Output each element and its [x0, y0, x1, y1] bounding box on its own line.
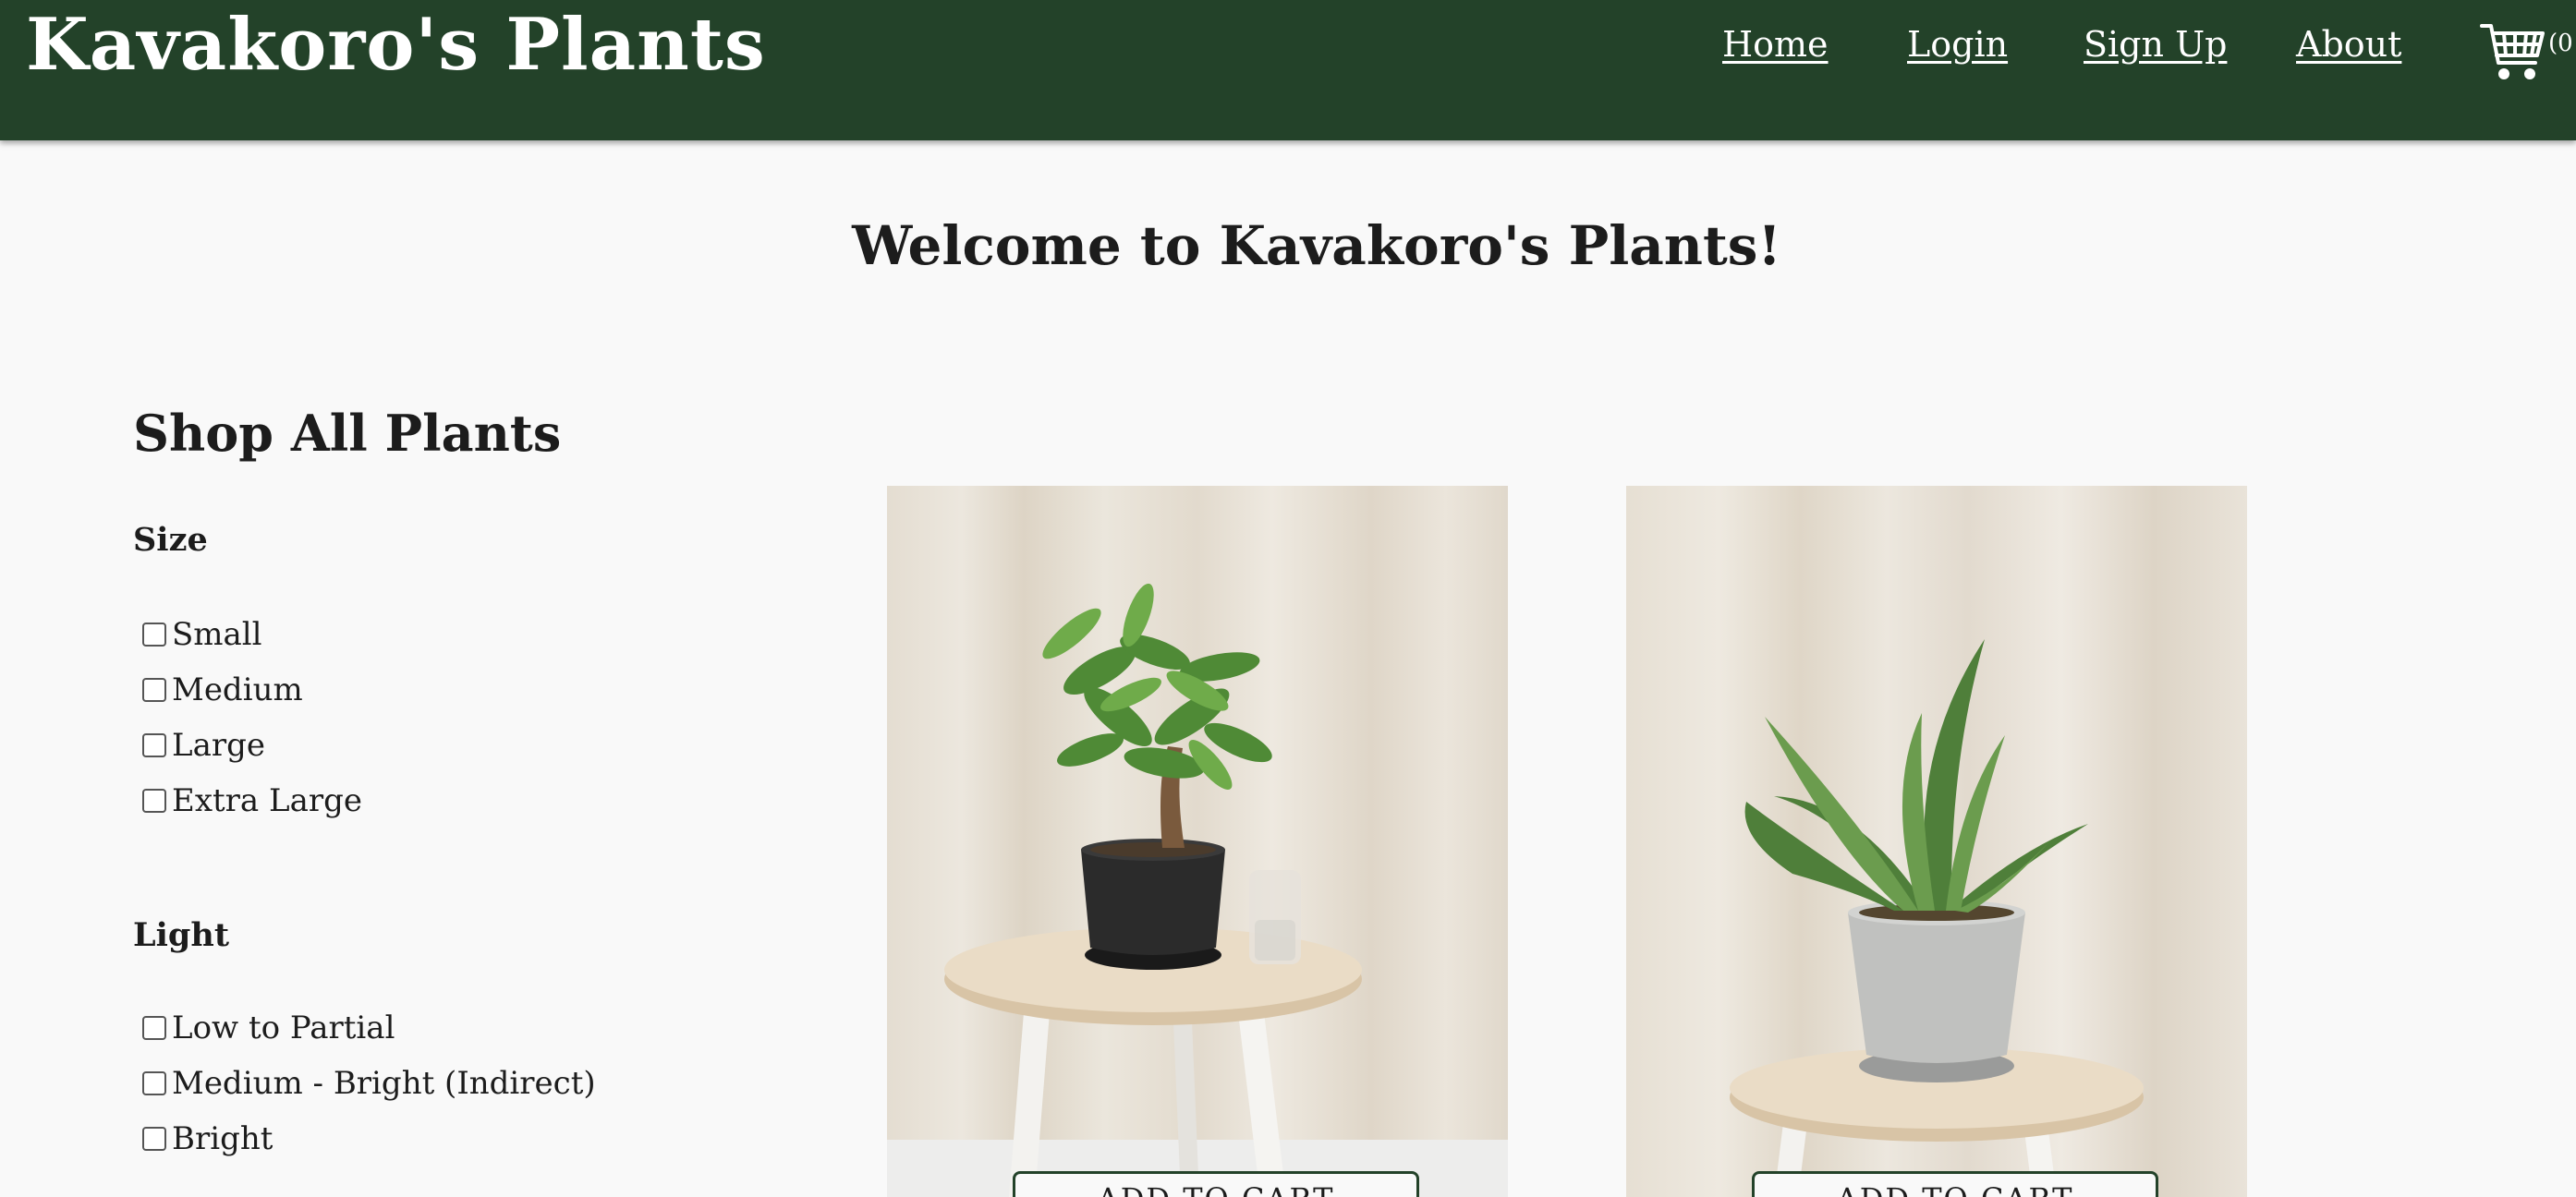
filter-option-label: Bright	[172, 1120, 273, 1157]
filter-size-large[interactable]: Large	[142, 724, 265, 767]
filter-light-bright[interactable]: Bright	[142, 1118, 273, 1160]
checkbox[interactable]	[142, 678, 166, 702]
filter-option-label: Low to Partial	[172, 1010, 395, 1046]
nav-login-link[interactable]: Login	[1907, 22, 2008, 66]
filter-option-label: Medium - Bright (Indirect)	[172, 1065, 596, 1102]
nav-home-link[interactable]: Home	[1722, 22, 1829, 66]
light-filter-title: Light	[133, 916, 229, 954]
checkbox[interactable]	[142, 623, 166, 647]
filter-size-extra-large[interactable]: Extra Large	[142, 780, 362, 822]
filter-light-low[interactable]: Low to Partial	[142, 1007, 395, 1049]
site-header: Kavakoro's Plants Home Login Sign Up Abo…	[0, 0, 2576, 140]
welcome-heading: Welcome to Kavakoro's Plants!	[852, 214, 1781, 277]
add-to-cart-button[interactable]: ADD TO CART	[1013, 1171, 1419, 1197]
add-to-cart-button[interactable]: ADD TO CART	[1752, 1171, 2158, 1197]
filter-option-label: Large	[172, 727, 265, 764]
filter-option-label: Extra Large	[172, 782, 362, 819]
checkbox[interactable]	[142, 1016, 166, 1040]
shopping-cart-icon[interactable]	[2480, 18, 2546, 85]
product-card[interactable]: ADD TO CART	[887, 486, 1508, 1197]
nav-signup-link[interactable]: Sign Up	[2084, 22, 2227, 66]
brand-title[interactable]: Kavakoro's Plants	[26, 4, 766, 87]
size-filter-title: Size	[133, 521, 208, 559]
checkbox[interactable]	[142, 1071, 166, 1095]
shop-all-plants-heading: Shop All Plants	[133, 404, 562, 463]
filter-option-label: Small	[172, 616, 262, 653]
nav-about-link[interactable]: About	[2296, 22, 2401, 66]
filter-size-medium[interactable]: Medium	[142, 669, 303, 711]
checkbox[interactable]	[142, 733, 166, 757]
cart-count[interactable]: (0	[2548, 30, 2573, 57]
filter-option-label: Medium	[172, 671, 303, 708]
checkbox[interactable]	[142, 789, 166, 813]
snake-plant-photo[interactable]	[1626, 486, 2247, 1197]
money-tree-plant-photo[interactable]	[887, 486, 1508, 1197]
filter-light-medium[interactable]: Medium - Bright (Indirect)	[142, 1062, 596, 1105]
filter-size-small[interactable]: Small	[142, 613, 262, 656]
checkbox[interactable]	[142, 1127, 166, 1151]
product-card[interactable]: ADD TO CART	[1626, 486, 2247, 1197]
